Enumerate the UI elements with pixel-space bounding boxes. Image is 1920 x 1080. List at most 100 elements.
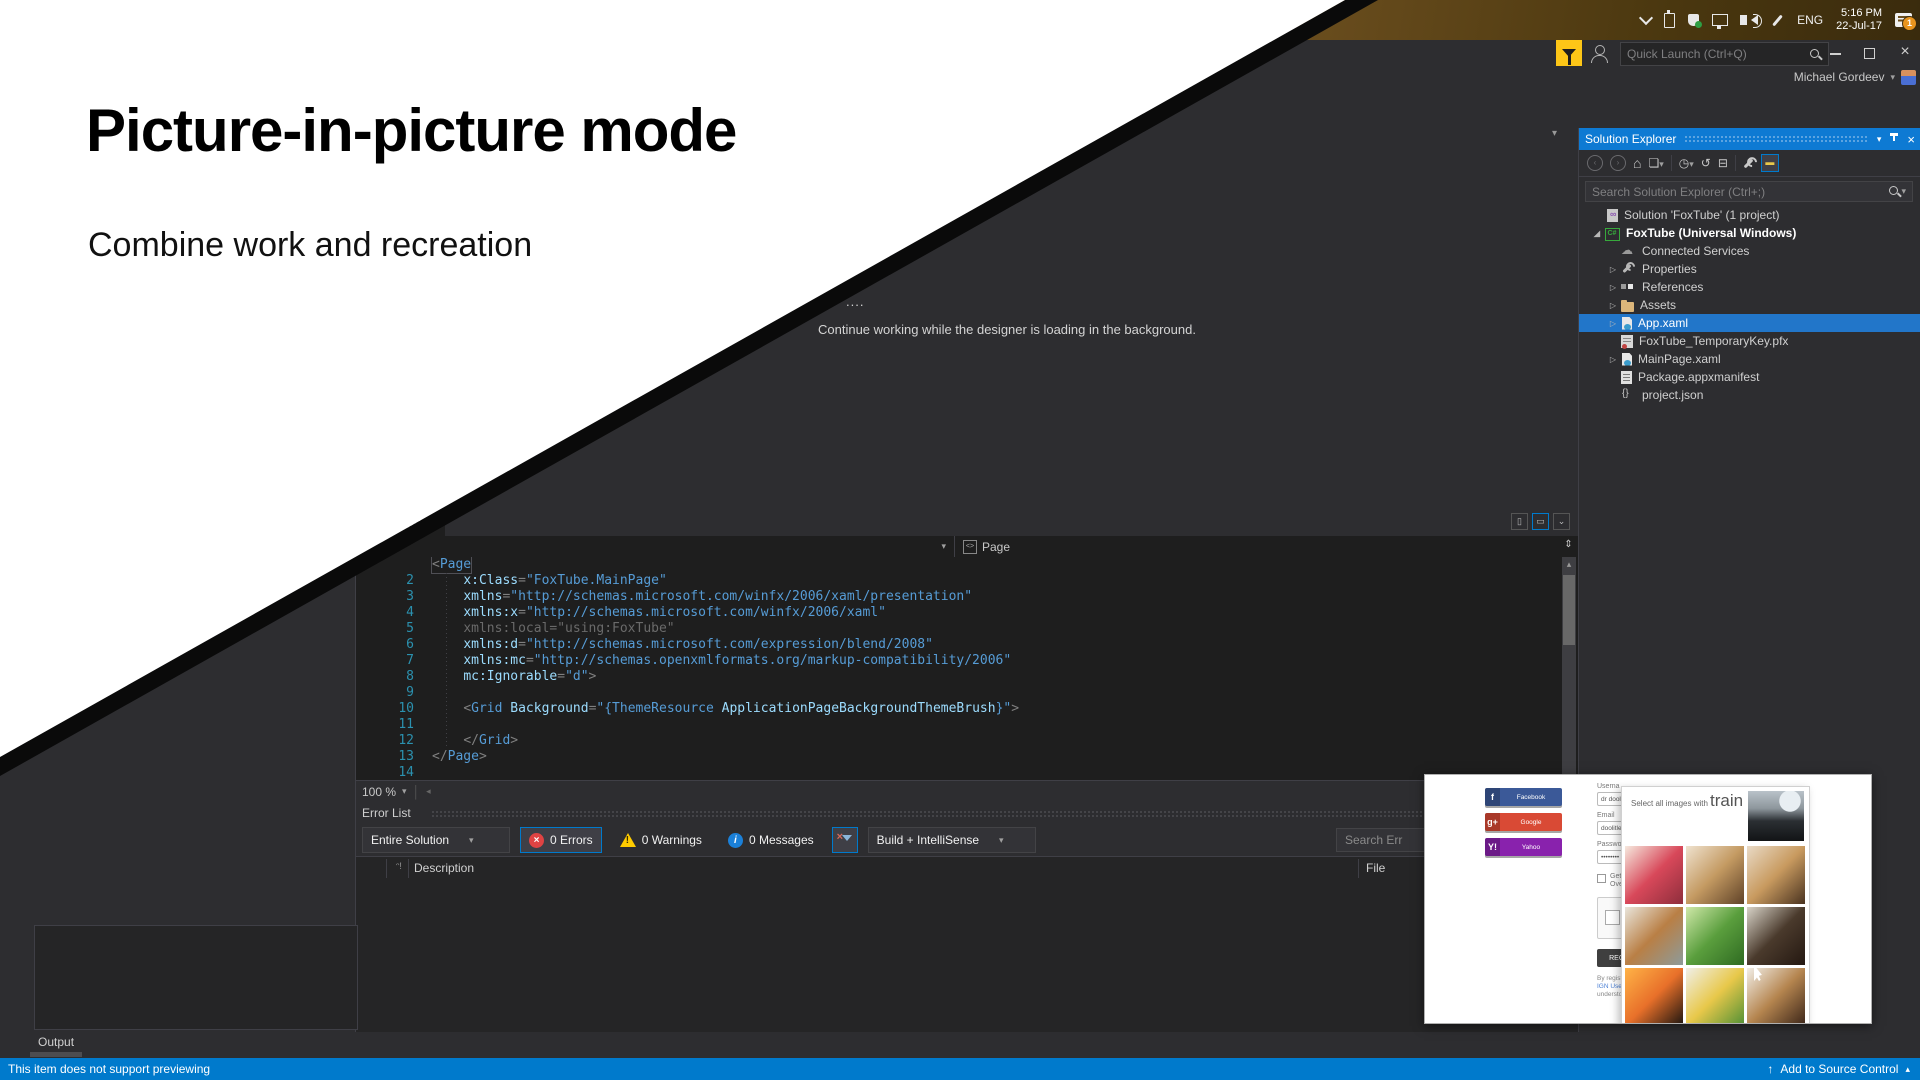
scrollbar-thumb[interactable]: [1563, 575, 1575, 645]
captcha-img-pancakes-coffee[interactable]: [1747, 846, 1805, 904]
navbar-member-dropdown[interactable]: <> Page: [955, 540, 1010, 554]
sync-icon[interactable]: ↺: [1701, 156, 1711, 170]
warnings-filter-button[interactable]: 0 Warnings: [612, 828, 710, 852]
clock[interactable]: 5:16 PM22-Jul-17: [1836, 7, 1882, 33]
tree-item-assets[interactable]: ▷Assets: [1579, 296, 1920, 314]
usb-icon[interactable]: [1664, 13, 1675, 28]
switch-views-icon[interactable]: ❏▾: [1648, 156, 1663, 170]
code-line[interactable]: 10 <Grid Background="{ThemeResource Appl…: [356, 701, 1578, 717]
code-line[interactable]: 6 xmlns:d="http://schemas.microsoft.com/…: [356, 637, 1578, 653]
pending-changes-icon[interactable]: ◷▾: [1679, 156, 1694, 170]
tree-item-connected-services[interactable]: Connected Services: [1579, 242, 1920, 260]
feedback-flag-button[interactable]: [1556, 40, 1582, 66]
properties-wrench-icon[interactable]: [1743, 158, 1753, 168]
tree-item-properties[interactable]: ▷Properties: [1579, 260, 1920, 278]
code-line[interactable]: 4 xmlns:x="http://schemas.microsoft.com/…: [356, 605, 1578, 621]
collapsed-arrow-icon[interactable]: ▷: [1605, 319, 1621, 328]
feedback-person-icon[interactable]: [1590, 44, 1608, 62]
code-line[interactable]: 13</Page>: [356, 749, 1578, 765]
add-to-source-control[interactable]: ↑ Add to Source Control ▴: [1767, 1062, 1910, 1076]
code-line[interactable]: 7 xmlns:mc="http://schemas.openxmlformat…: [356, 653, 1578, 669]
code-line[interactable]: 3 xmlns="http://schemas.microsoft.com/wi…: [356, 589, 1578, 605]
tree-item-references[interactable]: ▷References: [1579, 278, 1920, 296]
build-filter-dropdown[interactable]: Build + IntelliSense▾: [868, 827, 1036, 853]
code-line[interactable]: <Page: [356, 557, 1578, 573]
collapsed-arrow-icon[interactable]: ▷: [1605, 283, 1621, 292]
error-list-body[interactable]: [356, 880, 1578, 1032]
close-button[interactable]: ×: [1890, 40, 1920, 64]
code-editor[interactable]: <Page2 x:Class="FoxTube.MainPage"3 xmlns…: [356, 557, 1578, 780]
tree-item-foxtube-universal-windows-[interactable]: ◢FoxTube (Universal Windows): [1579, 224, 1920, 242]
minimize-button[interactable]: [1820, 40, 1850, 64]
collapsed-arrow-icon[interactable]: ▷: [1605, 265, 1621, 274]
splitter-grip-icon[interactable]: ⇕: [1561, 536, 1576, 554]
code-line[interactable]: 8 mc:Ignorable="d">: [356, 669, 1578, 685]
defender-shield-icon[interactable]: [1688, 14, 1699, 26]
captcha-img-breakfast-plate[interactable]: [1625, 907, 1683, 965]
chevron-down-icon[interactable]: ▾: [1890, 72, 1895, 83]
tray-expand-icon[interactable]: [1639, 11, 1653, 25]
tree-item-package-appxmanifest[interactable]: Package.appxmanifest: [1579, 368, 1920, 386]
collapsed-arrow-icon[interactable]: ▷: [1605, 355, 1621, 364]
tree-item-solution-foxtube-1-project-[interactable]: Solution 'FoxTube' (1 project): [1579, 206, 1920, 224]
display-icon[interactable]: [1712, 14, 1728, 26]
avatar[interactable]: [1901, 70, 1916, 85]
yahoo-login-button[interactable]: Y!Yahoo: [1485, 838, 1562, 856]
split-vertical-button[interactable]: ▯: [1511, 513, 1528, 530]
clear-filter-button[interactable]: [832, 827, 858, 853]
tab-output[interactable]: Output: [30, 1032, 82, 1052]
sort-icon[interactable]: ᵔ!: [396, 861, 402, 871]
tree-item-project-json[interactable]: project.json: [1579, 386, 1920, 404]
code-line[interactable]: 9: [356, 685, 1578, 701]
zoom-dropdown-icon[interactable]: ▾: [402, 786, 407, 797]
pip-window[interactable]: fFacebookg+GoogleY!Yahoo Userna dr dooli…: [1424, 774, 1872, 1024]
error-list-grip[interactable]: [431, 810, 1568, 818]
code-line[interactable]: 11: [356, 717, 1578, 733]
editor-vertical-scrollbar[interactable]: ▴: [1562, 557, 1576, 780]
code-line[interactable]: 5 xmlns:local="using:FoxTube": [356, 621, 1578, 637]
errors-filter-button[interactable]: × 0 Errors: [520, 827, 602, 853]
forward-icon[interactable]: ›: [1610, 155, 1626, 171]
collapsed-arrow-icon[interactable]: ▷: [1605, 301, 1621, 310]
restore-button[interactable]: [1855, 40, 1885, 64]
language-indicator[interactable]: ENG: [1797, 13, 1823, 27]
captcha-img-caramel-dessert[interactable]: [1686, 846, 1744, 904]
captcha-img-green-salad[interactable]: [1686, 907, 1744, 965]
window-position-icon[interactable]: ▾: [1877, 134, 1882, 145]
solution-explorer-titlebar[interactable]: Solution Explorer ▾ ×: [1579, 128, 1920, 150]
expanded-arrow-icon[interactable]: ◢: [1589, 229, 1605, 238]
captcha-img-coffee-beans-cup[interactable]: [1747, 907, 1805, 965]
preview-selected-icon[interactable]: ▬: [1761, 154, 1779, 172]
home-icon[interactable]: ⌂: [1633, 155, 1641, 171]
tree-item-app-xaml[interactable]: ▷App.xaml: [1579, 314, 1920, 332]
captcha-img-strawberry-cake[interactable]: [1625, 846, 1683, 904]
col-file[interactable]: File: [1366, 861, 1385, 875]
quick-launch-input[interactable]: Quick Launch (Ctrl+Q): [1620, 42, 1829, 66]
hscroll-left-icon[interactable]: ◂: [426, 786, 431, 797]
notification-icon[interactable]: 1: [1895, 13, 1912, 27]
solution-explorer-search-input[interactable]: Search Solution Explorer (Ctrl+;) ▾: [1585, 181, 1913, 202]
captcha-img-glowing-fire-bowl[interactable]: [1625, 968, 1683, 1024]
newsletter-checkbox[interactable]: [1597, 874, 1606, 883]
navbar-type-dropdown[interactable]: ▾: [356, 536, 955, 557]
collapse-all-icon[interactable]: ⊟: [1718, 156, 1728, 170]
code-line[interactable]: 12 </Grid>: [356, 733, 1578, 749]
tree-item-mainpage-xaml[interactable]: ▷MainPage.xaml: [1579, 350, 1920, 368]
speaker-icon[interactable]: [1751, 15, 1758, 25]
scope-dropdown[interactable]: Entire Solution▾: [362, 827, 510, 853]
messages-filter-button[interactable]: i 0 Messages: [720, 828, 822, 852]
split-horizontal-button[interactable]: ▭: [1532, 513, 1549, 530]
pin-icon[interactable]: [1889, 133, 1899, 145]
facebook-login-button[interactable]: fFacebook: [1485, 788, 1562, 806]
code-line[interactable]: 14: [356, 765, 1578, 780]
captcha-img-salad-plate[interactable]: [1686, 968, 1744, 1024]
document-well-dropdown-icon[interactable]: ▾: [1552, 128, 1557, 139]
close-panel-icon[interactable]: ×: [1907, 132, 1915, 147]
collapse-pane-button[interactable]: ⌄: [1553, 513, 1570, 530]
zoom-level[interactable]: 100 %: [362, 785, 396, 799]
tree-item-foxtube-temporarykey-pfx[interactable]: FoxTube_TemporaryKey.pfx: [1579, 332, 1920, 350]
pen-icon[interactable]: [1772, 14, 1783, 26]
scrollbar-up-icon[interactable]: ▴: [1562, 557, 1576, 571]
google-login-button[interactable]: g+Google: [1485, 813, 1562, 831]
col-description[interactable]: Description: [414, 861, 474, 875]
